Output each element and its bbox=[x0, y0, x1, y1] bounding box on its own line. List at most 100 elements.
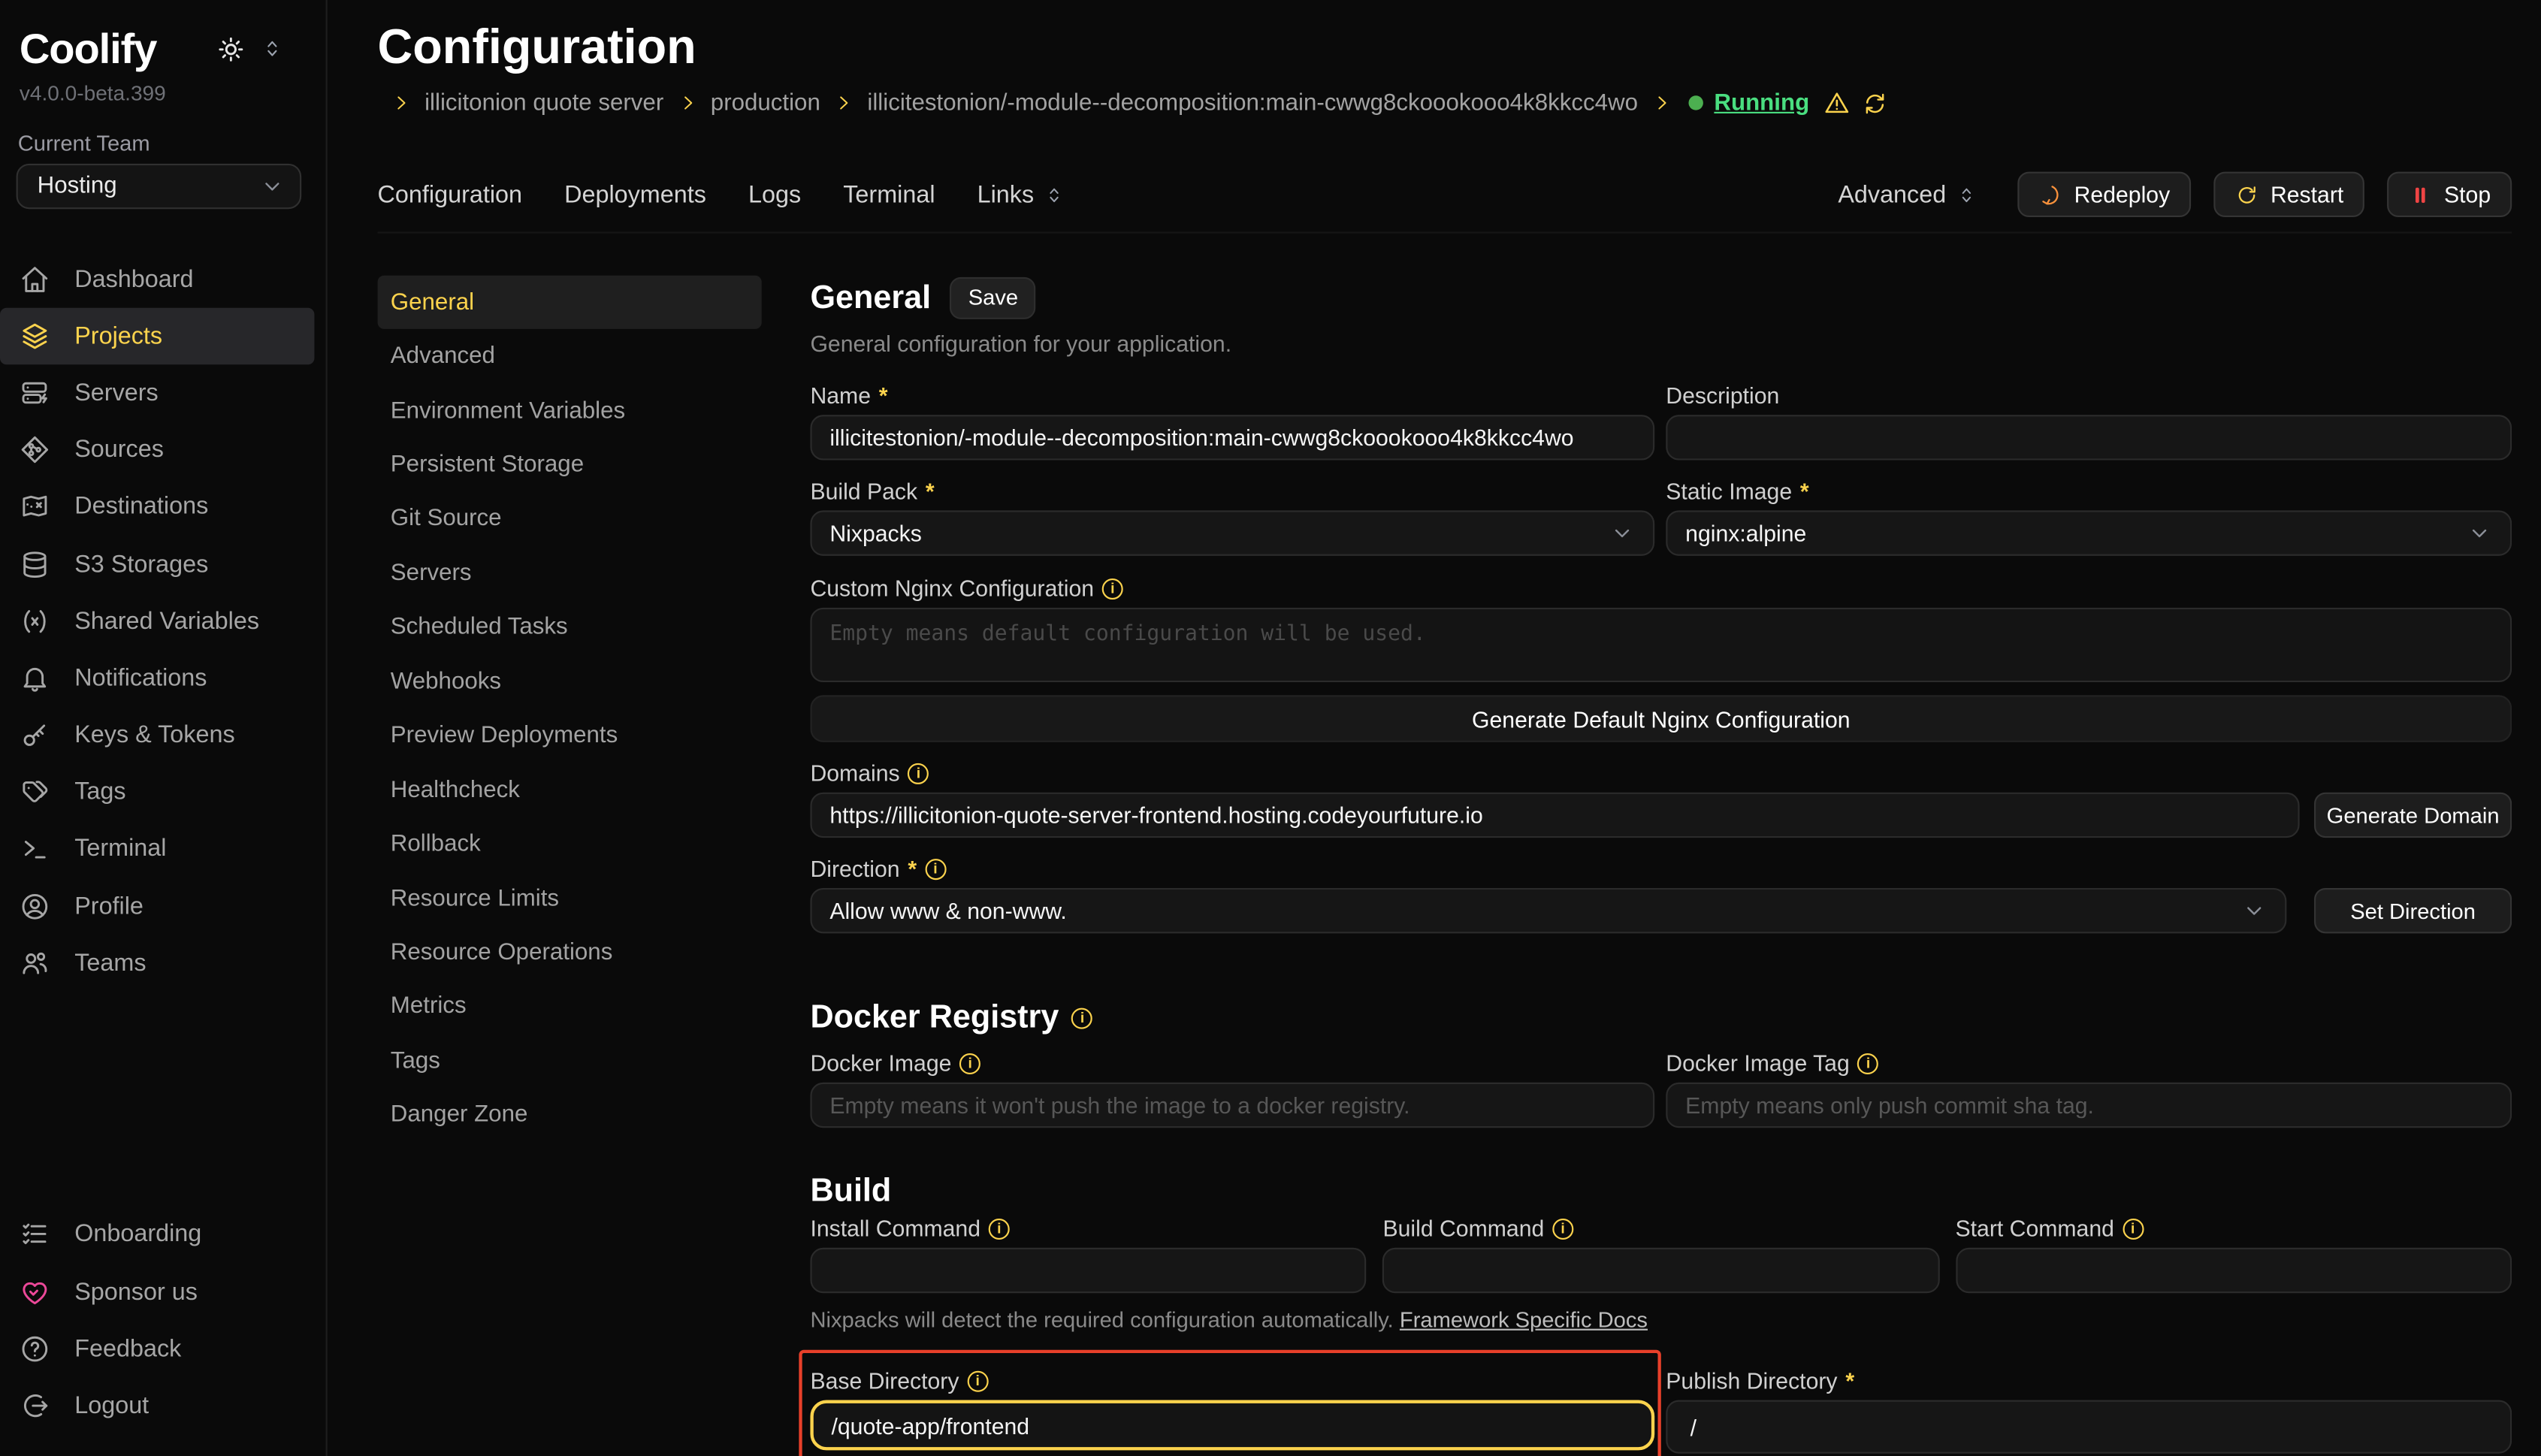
subnav-item[interactable]: Resource Operations bbox=[378, 926, 762, 980]
subnav-item[interactable]: Environment Variables bbox=[378, 384, 762, 438]
sidebar-item[interactable]: Keys & Tokens bbox=[0, 706, 314, 763]
action-button[interactable]: Stop bbox=[2388, 172, 2512, 217]
tabbar: Configuration Deployments Logs T bbox=[378, 172, 2512, 234]
subnav-item[interactable]: Advanced bbox=[378, 330, 762, 384]
start-command-label: Start Command bbox=[1955, 1216, 2113, 1242]
user-circle-icon bbox=[20, 891, 50, 922]
tab[interactable]: Links bbox=[977, 180, 1065, 208]
tab-label: Configuration bbox=[378, 180, 522, 208]
subnav-item[interactable]: Scheduled Tasks bbox=[378, 600, 762, 654]
sidebar-item[interactable]: Dashboard bbox=[0, 250, 314, 307]
set-direction-button[interactable]: Set Direction bbox=[2314, 888, 2512, 933]
sidebar-item[interactable]: Terminal bbox=[0, 820, 314, 878]
save-button[interactable]: Save bbox=[950, 276, 1036, 319]
tab[interactable]: Configuration bbox=[378, 180, 522, 208]
sidebar-item[interactable]: Destinations bbox=[0, 479, 314, 536]
docker-image-tag-input[interactable] bbox=[1666, 1083, 2512, 1128]
bell-icon bbox=[20, 663, 50, 693]
status-running-link[interactable]: Running bbox=[1714, 90, 1809, 116]
name-input[interactable] bbox=[810, 415, 1654, 460]
docker-image-input[interactable] bbox=[810, 1083, 1654, 1128]
sidebar-item[interactable]: Logout bbox=[0, 1377, 314, 1434]
sidebar-item[interactable]: Profile bbox=[0, 878, 314, 935]
start-command-input[interactable] bbox=[1955, 1248, 2511, 1293]
breadcrumb-item[interactable]: production bbox=[663, 90, 820, 116]
info-icon[interactable] bbox=[2123, 1218, 2144, 1239]
breadcrumb-item[interactable]: illicitonion quote server bbox=[378, 90, 664, 116]
subnav-item[interactable]: Danger Zone bbox=[378, 1088, 762, 1142]
build-pack-select[interactable]: Nixpacks bbox=[810, 510, 1654, 555]
tab[interactable]: Terminal bbox=[843, 180, 935, 208]
info-icon[interactable] bbox=[1858, 1053, 1879, 1074]
team-select[interactable]: Hosting bbox=[17, 164, 302, 208]
subnav-item[interactable]: Persistent Storage bbox=[378, 438, 762, 492]
info-icon[interactable] bbox=[1552, 1218, 1573, 1239]
static-image-select[interactable]: nginx:alpine bbox=[1666, 510, 2512, 555]
info-icon[interactable] bbox=[925, 858, 946, 879]
publish-directory-input[interactable] bbox=[1666, 1400, 2512, 1454]
generate-nginx-button[interactable]: Generate Default Nginx Configuration bbox=[810, 695, 2512, 742]
info-icon[interactable] bbox=[908, 763, 929, 784]
build-command-input[interactable] bbox=[1382, 1248, 1938, 1293]
info-icon[interactable] bbox=[1102, 578, 1123, 599]
app-logo: Coolify bbox=[20, 23, 156, 74]
subnav-item[interactable]: Webhooks bbox=[378, 655, 762, 709]
direction-select[interactable]: Allow www & non-www. bbox=[810, 888, 2286, 933]
sidebar-item[interactable]: Sources bbox=[0, 421, 314, 479]
tab[interactable]: Deployments bbox=[564, 180, 706, 208]
theme-sun-icon[interactable] bbox=[216, 33, 246, 64]
sidebar-item[interactable]: S3 Storages bbox=[0, 536, 314, 593]
docker-image-label: Docker Image bbox=[810, 1050, 951, 1077]
heart-icon bbox=[20, 1276, 50, 1307]
framework-docs-link[interactable]: Framework Specific Docs bbox=[1400, 1308, 1648, 1332]
subnav-item-label: Git Source bbox=[391, 506, 502, 533]
tab[interactable]: Logs bbox=[748, 180, 801, 208]
main-content: Configuration illicitonion quote server … bbox=[328, 0, 2541, 1456]
sidebar-item[interactable]: Feedback bbox=[0, 1320, 314, 1377]
theme-selector-icon[interactable] bbox=[261, 38, 283, 60]
sidebar-item[interactable]: Onboarding bbox=[0, 1206, 314, 1263]
info-icon[interactable] bbox=[1072, 1007, 1093, 1029]
domains-input[interactable] bbox=[810, 793, 2299, 838]
info-icon[interactable] bbox=[967, 1370, 988, 1391]
install-command-input[interactable] bbox=[810, 1248, 1366, 1293]
subnav-item[interactable]: Metrics bbox=[378, 980, 762, 1034]
sidebar-item[interactable]: Shared Variables bbox=[0, 593, 314, 650]
chevron-down-icon bbox=[2467, 520, 2493, 546]
action-button[interactable]: Restart bbox=[2213, 172, 2364, 217]
info-icon[interactable] bbox=[989, 1218, 1010, 1239]
advanced-menu[interactable]: Advanced bbox=[1838, 180, 1977, 208]
base-directory-input[interactable] bbox=[810, 1400, 1654, 1451]
sidebar-item[interactable]: Sponsor us bbox=[0, 1263, 314, 1320]
subnav-item[interactable]: Healthcheck bbox=[378, 763, 762, 817]
subnav-item-label: Scheduled Tasks bbox=[391, 615, 568, 641]
subnav-item[interactable]: Resource Limits bbox=[378, 871, 762, 926]
generate-domain-button[interactable]: Generate Domain bbox=[2314, 793, 2512, 838]
sidebar-item[interactable]: Projects bbox=[0, 307, 314, 364]
subnav-item[interactable]: Preview Deployments bbox=[378, 709, 762, 763]
chevron-down-icon bbox=[1609, 520, 1636, 546]
description-input[interactable] bbox=[1666, 415, 2512, 460]
subnav-item[interactable]: Tags bbox=[378, 1034, 762, 1088]
updown-icon bbox=[1044, 184, 1065, 205]
subnav-item[interactable]: General bbox=[378, 276, 762, 330]
subnav-item[interactable]: Rollback bbox=[378, 817, 762, 871]
sidebar-item[interactable]: Tags bbox=[0, 763, 314, 820]
breadcrumb-item[interactable]: illicitestonion/-module--decomposition:m… bbox=[820, 90, 1638, 116]
subnav-item[interactable]: Servers bbox=[378, 546, 762, 600]
sidebar-item-label: Tags bbox=[74, 778, 125, 806]
redeploy-icon bbox=[2038, 183, 2062, 207]
custom-nginx-textarea[interactable] bbox=[810, 608, 2512, 682]
database-icon bbox=[20, 548, 50, 579]
subnav-item-label: Tags bbox=[391, 1048, 440, 1074]
sidebar-item[interactable]: Notifications bbox=[0, 650, 314, 707]
sidebar-item[interactable]: Servers bbox=[0, 364, 314, 421]
refresh-icon[interactable] bbox=[1861, 90, 1887, 116]
section-heading-general: General bbox=[810, 278, 931, 317]
info-icon[interactable] bbox=[959, 1053, 980, 1074]
warning-icon[interactable] bbox=[1822, 89, 1850, 117]
tab-label: Terminal bbox=[843, 180, 935, 208]
sidebar-item[interactable]: Teams bbox=[0, 935, 314, 992]
subnav-item[interactable]: Git Source bbox=[378, 492, 762, 546]
action-button[interactable]: Redeploy bbox=[2017, 172, 2191, 217]
